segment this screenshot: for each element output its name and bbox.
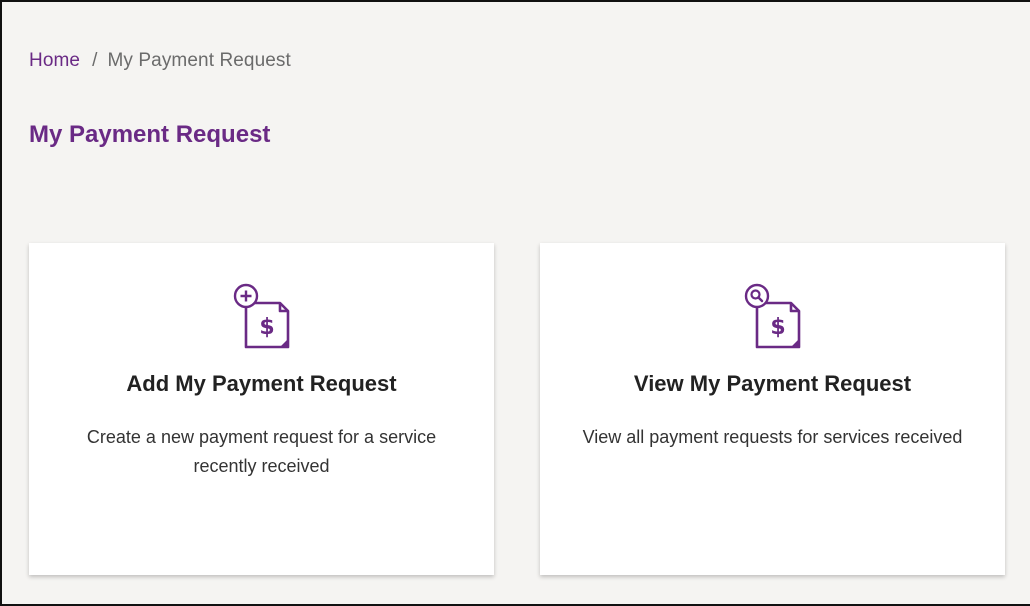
view-payment-request-card[interactable]: $ View My Payment Request View all payme… bbox=[540, 243, 1005, 575]
search-invoice-icon: $ bbox=[744, 283, 800, 349]
breadcrumb-home-link[interactable]: Home bbox=[29, 50, 80, 71]
add-payment-request-description: Create a new payment request for a servi… bbox=[86, 427, 437, 476]
page-frame: Home / My Payment Request My Payment Reque… bbox=[0, 0, 1030, 606]
breadcrumb-separator: / bbox=[92, 50, 98, 71]
add-payment-request-title: Add My Payment Request bbox=[126, 371, 397, 396]
page-title: My Payment Request bbox=[29, 121, 271, 148]
breadcrumb: Home / My Payment Request bbox=[29, 50, 291, 72]
view-payment-request-description: View all payment requests for services r… bbox=[582, 427, 963, 447]
svg-text:$: $ bbox=[770, 315, 785, 340]
add-payment-request-card[interactable]: $ Add My Payment Request Create a new pa… bbox=[29, 243, 494, 575]
breadcrumb-current: My Payment Request bbox=[107, 50, 291, 71]
add-invoice-icon: $ bbox=[233, 283, 289, 349]
view-payment-request-title: View My Payment Request bbox=[633, 371, 912, 396]
svg-text:$: $ bbox=[259, 315, 274, 340]
